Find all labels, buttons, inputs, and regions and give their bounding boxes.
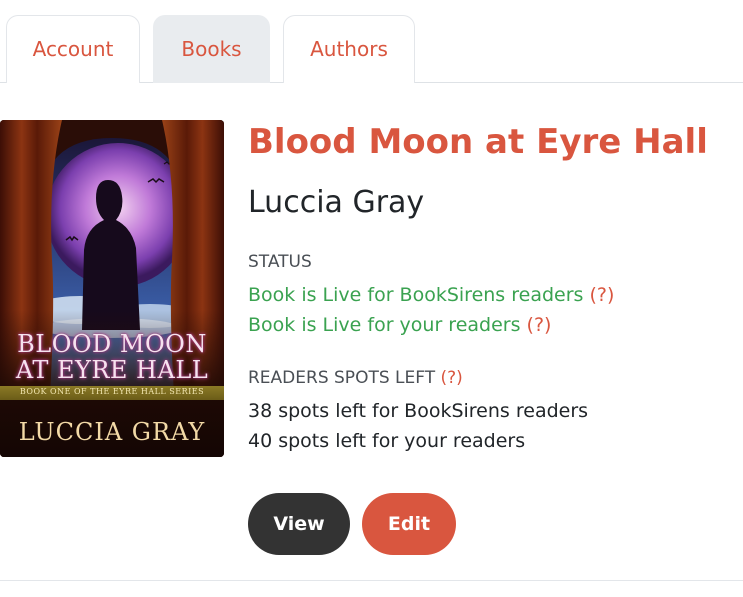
help-link[interactable]: (?) xyxy=(527,314,552,336)
book-title: Blood Moon at Eyre Hall xyxy=(248,122,708,162)
help-link[interactable]: (?) xyxy=(589,284,614,306)
cover-artwork xyxy=(0,120,224,457)
spots-your-readers: 40 spots left for your readers xyxy=(248,430,526,452)
spots-label-text: READERS SPOTS LEFT xyxy=(248,368,436,388)
cover-title-line1: BLOOD MOON xyxy=(17,330,207,358)
spots-booksirens-readers: 38 spots left for BookSirens readers xyxy=(248,400,589,422)
tab-account[interactable]: Account xyxy=(6,15,140,83)
status-text: Book is Live for your readers xyxy=(248,314,521,336)
status-booksirens-readers: Book is Live for BookSirens readers (?) xyxy=(248,284,614,306)
book-author: Luccia Gray xyxy=(248,185,425,220)
status-text: Book is Live for BookSirens readers xyxy=(248,284,584,306)
help-link[interactable]: (?) xyxy=(441,368,463,388)
divider xyxy=(0,580,743,581)
edit-button[interactable]: Edit xyxy=(362,493,456,555)
spots-label: READERS SPOTS LEFT (?) xyxy=(248,368,463,388)
status-your-readers: Book is Live for your readers (?) xyxy=(248,314,551,336)
tab-books[interactable]: Books xyxy=(153,15,270,83)
cover-author: LUCCIA GRAY xyxy=(18,418,206,446)
cover-title-line2: AT EYRE HALL xyxy=(15,356,209,384)
tab-authors[interactable]: Authors xyxy=(283,15,415,83)
cover-series-text: BOOK ONE OF THE EYRE HALL SERIES xyxy=(19,387,205,396)
book-cover[interactable]: BLOOD MOON AT EYRE HALL BOOK ONE OF THE … xyxy=(0,120,224,457)
view-button[interactable]: View xyxy=(248,493,350,555)
book-dashboard: Account Books Authors BLOOD MOON AT EYRE… xyxy=(0,0,743,597)
status-label: STATUS xyxy=(248,252,312,272)
tab-bar: Account Books Authors xyxy=(0,0,743,83)
